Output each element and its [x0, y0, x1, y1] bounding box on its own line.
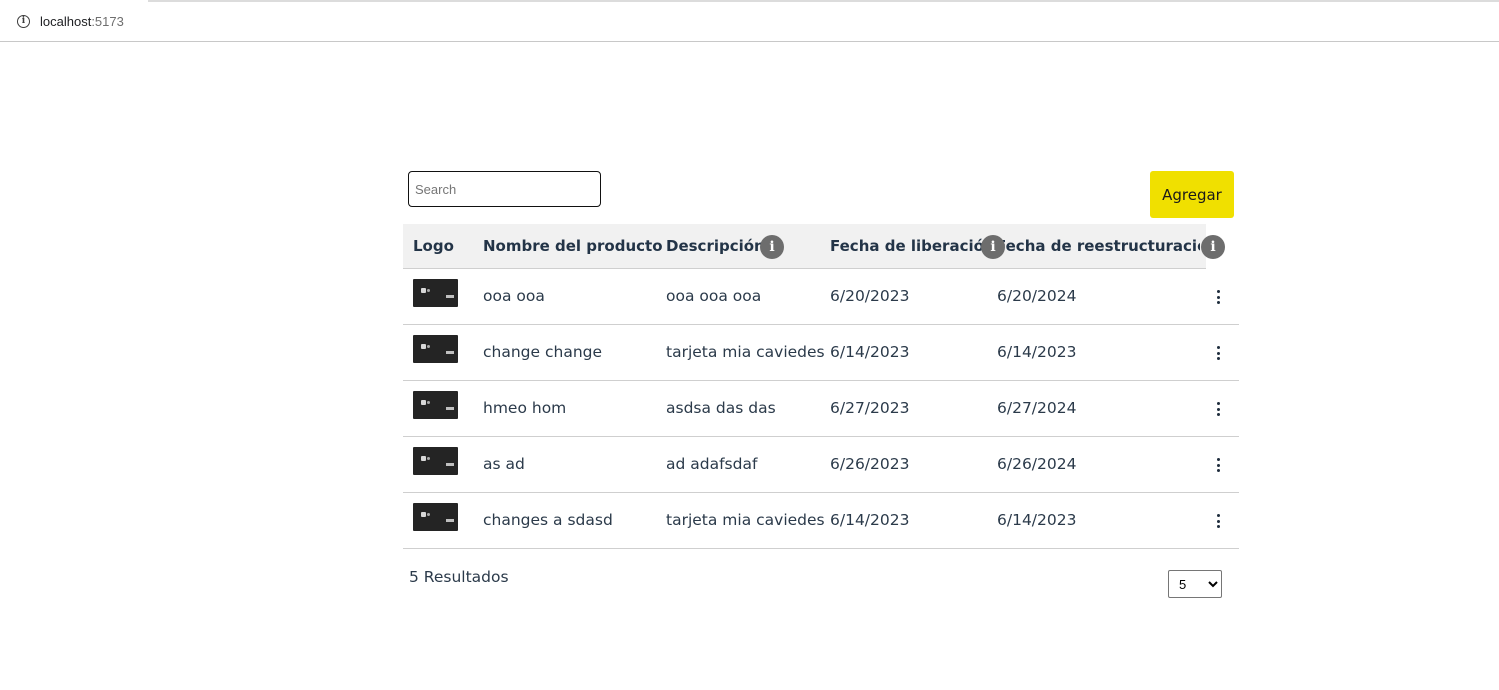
card-brand-icon	[446, 519, 454, 522]
cell-restructure-date: 6/26/2024	[997, 455, 1077, 473]
url-text[interactable]: localhost:5173	[40, 14, 124, 29]
cell-release-date: 6/20/2023	[830, 287, 910, 305]
products-table: Logo Nombre del producto Descripción i F…	[403, 224, 1239, 549]
cell-restructure-date: 6/14/2023	[997, 343, 1077, 361]
page-size-select[interactable]: 5	[1168, 570, 1222, 598]
table-body: ooa ooa ooa ooa ooa 6/20/2023 6/20/2024 chan…	[403, 269, 1239, 549]
cell-description: asdsa das das	[666, 399, 776, 417]
cell-restructure-date: 6/20/2024	[997, 287, 1077, 305]
cell-description: ad adafsdaf	[666, 455, 758, 473]
release-info-icon[interactable]: i	[981, 235, 1005, 259]
row-menu-icon[interactable]	[1214, 290, 1222, 304]
header-name: Nombre del producto	[483, 237, 663, 255]
card-chip-icon	[421, 344, 426, 349]
table-row: changes a sdasd tarjeta mia caviedes 6/14/…	[403, 493, 1239, 549]
row-menu-icon[interactable]	[1214, 458, 1222, 472]
table-row: as ad ad adafsdaf 6/26/2023 6/26/2024	[403, 437, 1239, 493]
add-product-button[interactable]: Agregar	[1150, 171, 1234, 218]
cell-name: hmeo hom	[483, 399, 567, 417]
tab-strip-edge	[148, 0, 1499, 2]
browser-address-bar: i localhost:5173	[0, 0, 1499, 42]
table-row: hmeo hom asdsa das das 6/27/2023 6/27/2024	[403, 381, 1239, 437]
header-logo: Logo	[413, 237, 454, 255]
cell-release-date: 6/26/2023	[830, 455, 910, 473]
url-field[interactable]: i localhost:5173	[8, 5, 124, 37]
cell-name: as ad	[483, 455, 525, 473]
table-row: change change tarjeta mia caviedes 6/14/20…	[403, 325, 1239, 381]
contactless-icon	[427, 457, 430, 460]
cell-restructure-date: 6/14/2023	[997, 511, 1077, 529]
product-logo	[413, 391, 458, 419]
card-chip-icon	[421, 512, 426, 517]
cell-release-date: 6/14/2023	[830, 343, 910, 361]
url-host: localhost	[40, 13, 92, 29]
contactless-icon	[427, 345, 430, 348]
product-logo	[413, 279, 458, 307]
header-release-date: Fecha de liberación	[830, 237, 995, 255]
search-input[interactable]	[408, 171, 601, 207]
cell-release-date: 6/14/2023	[830, 511, 910, 529]
cell-description: tarjeta mia caviedes	[666, 511, 825, 529]
row-menu-icon[interactable]	[1214, 346, 1222, 360]
card-brand-icon	[446, 295, 454, 298]
card-brand-icon	[446, 463, 454, 466]
card-chip-icon	[421, 400, 426, 405]
card-chip-icon	[421, 288, 426, 293]
card-chip-icon	[421, 456, 426, 461]
cell-name: change change	[483, 343, 603, 361]
product-logo	[413, 335, 458, 363]
row-menu-icon[interactable]	[1214, 402, 1222, 416]
header-description: Descripción	[666, 237, 765, 255]
contactless-icon	[427, 289, 430, 292]
cell-description: ooa ooa ooa	[666, 287, 762, 305]
row-menu-icon[interactable]	[1214, 514, 1222, 528]
cell-name: changes a sdasd	[483, 511, 613, 529]
cell-description: tarjeta mia caviedes	[666, 343, 825, 361]
table-row: ooa ooa ooa ooa ooa 6/20/2023 6/20/2024	[403, 269, 1239, 325]
contactless-icon	[427, 513, 430, 516]
site-info-icon[interactable]: i	[17, 14, 30, 28]
product-logo	[413, 447, 458, 475]
description-info-icon[interactable]: i	[760, 235, 784, 259]
table-header: Logo Nombre del producto Descripción i F…	[403, 224, 1225, 269]
card-brand-icon	[446, 407, 454, 410]
product-logo	[413, 503, 458, 531]
contactless-icon	[427, 401, 430, 404]
cell-restructure-date: 6/27/2024	[997, 399, 1077, 417]
restructure-info-icon[interactable]: i	[1201, 235, 1225, 259]
url-port: :5173	[91, 13, 124, 29]
results-count: 5 Resultados	[409, 568, 509, 586]
header-restructure-date: Fecha de reestructuración	[996, 237, 1200, 255]
cell-name: ooa ooa	[483, 287, 545, 305]
card-brand-icon	[446, 351, 454, 354]
cell-release-date: 6/27/2023	[830, 399, 910, 417]
